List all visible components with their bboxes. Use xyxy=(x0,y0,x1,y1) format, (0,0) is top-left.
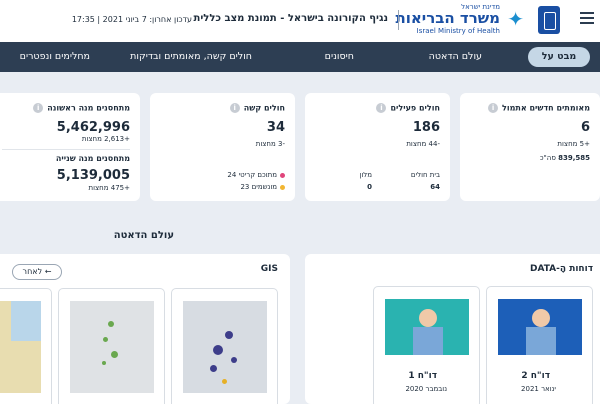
change-value: -44 xyxy=(428,140,440,148)
critical-dot-icon xyxy=(280,172,285,178)
critical-label: מתוכם קריטי xyxy=(238,171,277,179)
tab-recovered-deceased[interactable]: מחלימים ונפטרים xyxy=(20,42,90,72)
first-dose-value: 5,462,996 xyxy=(56,120,130,135)
card-active-patients: חולים פעיליםi 186 -44 מחצות בית חולים 64… xyxy=(305,93,450,201)
change-value: +5 xyxy=(579,140,590,148)
back-label: לאחר xyxy=(22,267,43,276)
info-icon[interactable]: i xyxy=(229,103,240,113)
ventilated-label: מונשמים xyxy=(251,183,277,191)
ventilated-value: 23 xyxy=(240,183,250,191)
hospital-label: בית חולים xyxy=(410,171,440,179)
critical-value: 24 xyxy=(227,171,237,179)
card-label: חולים קשה xyxy=(243,103,285,113)
report-card[interactable]: דו"ח 2 ינואר 2021 xyxy=(486,286,593,404)
report-card[interactable]: דו"ח 1 נובמבר 2020 xyxy=(373,286,480,404)
card-severe-patients: חולים קשהi 34 -3 מחצות מתוכם קריטי 24 מו… xyxy=(150,93,295,201)
report-image xyxy=(385,299,469,355)
data-world-title: עולם הדאטה xyxy=(113,230,174,241)
info-icon[interactable]: i xyxy=(376,103,387,113)
active-value: 186 xyxy=(412,120,440,135)
ventilated-dot-icon xyxy=(280,184,285,190)
hamburger-menu-icon[interactable] xyxy=(580,12,594,24)
change-value: -3 xyxy=(278,140,285,148)
ministry-logo-icon: ✦ xyxy=(507,7,524,31)
hotel-label: מלון xyxy=(359,171,372,179)
change-value: +475 xyxy=(110,184,130,192)
report-title: דו"ח 1 xyxy=(408,371,437,381)
tab-vaccinations[interactable]: חיסונים xyxy=(325,42,354,72)
second-dose-value: 5,139,005 xyxy=(56,168,130,183)
info-icon[interactable]: i xyxy=(33,103,44,113)
last-update-text: עדכון אחרון: 7 ביוני 2021 | 17:35 xyxy=(71,15,192,24)
gis-map-card[interactable] xyxy=(0,288,52,404)
tab-data-world[interactable]: עולם הדאטה xyxy=(429,42,482,72)
change-value: +2,613 xyxy=(104,135,130,143)
card-new-cases: מאומתים חדשים אתמולi 6 +5 מחצות 839,585 … xyxy=(460,93,600,201)
gis-map-card[interactable] xyxy=(58,288,165,404)
logo-main-text[interactable]: משרד הבריאות xyxy=(395,9,500,27)
card-label: חולים פעילים xyxy=(390,103,440,113)
arrow-left-icon: ← xyxy=(44,267,52,276)
reports-panel: דוחות הָ-DATA דו"ח 2 ינואר 2021 דו"ח 1 נ… xyxy=(305,254,600,404)
card-label: מאומתים חדשים אתמול xyxy=(502,103,590,113)
tab-severe-cases[interactable]: חולים קשה, מאומתים ובדיקות xyxy=(130,42,252,72)
new-cases-value: 6 xyxy=(580,120,590,135)
card-vaccinated: מתחסנים מנה ראשונהi 5,462,996 +2,613 מחצ… xyxy=(0,93,140,201)
hospital-value: 64 xyxy=(430,183,440,191)
map-image xyxy=(0,301,41,393)
report-date: ינואר 2021 xyxy=(521,385,556,393)
top-header: ✦ מדינת ישראל משרד הבריאות Israel Minist… xyxy=(0,0,600,42)
tab-overview[interactable]: מבט על xyxy=(528,47,590,67)
change-unit: מחצות xyxy=(406,140,427,148)
main-nav: מבט על עולם הדאטה חיסונים חולים קשה, מאו… xyxy=(0,42,600,72)
gis-map-card[interactable] xyxy=(171,288,278,404)
back-button[interactable]: לאחר ← xyxy=(12,264,62,280)
logo-english-text: Israel Ministry of Health xyxy=(416,27,500,35)
total-value: 839,585 xyxy=(558,154,590,162)
card-label: מתחסנים מנה ראשונה xyxy=(47,103,130,113)
report-date: נובמבר 2020 xyxy=(405,385,447,393)
card-divider xyxy=(2,149,130,150)
state-emblem-icon xyxy=(538,6,560,34)
severe-value: 34 xyxy=(266,120,285,135)
total-label: סה"כ xyxy=(539,154,556,162)
gis-title: GIS xyxy=(260,264,278,274)
report-title: דו"ח 2 xyxy=(521,371,550,381)
header-divider xyxy=(398,10,399,30)
change-unit: מחצות xyxy=(88,184,109,192)
reports-title: דוחות הָ-DATA xyxy=(529,264,593,274)
second-dose-label: מתחסנים מנה שנייה xyxy=(55,154,130,163)
hotel-value: 0 xyxy=(367,183,372,191)
report-image xyxy=(498,299,582,355)
map-image xyxy=(70,301,154,393)
info-icon[interactable]: i xyxy=(488,103,499,113)
map-image xyxy=(183,301,267,393)
change-unit: מחצות xyxy=(81,135,102,143)
change-unit: מחצות xyxy=(557,140,578,148)
change-unit: מחצות xyxy=(255,140,276,148)
page-title: נגיף הקורונה בישראל - תמונת מצב כללית xyxy=(193,13,389,24)
